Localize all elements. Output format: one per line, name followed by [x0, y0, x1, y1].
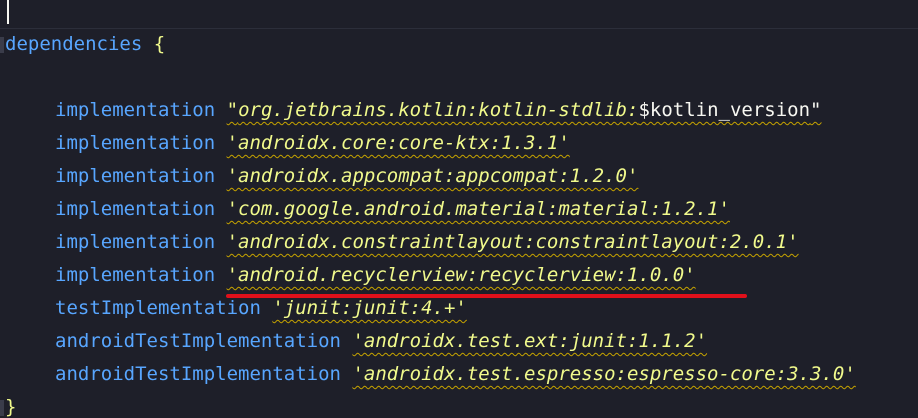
config-name: implementation	[55, 165, 216, 187]
config-name: implementation	[55, 198, 216, 220]
dependencies-keyword: dependencies	[5, 33, 143, 55]
code-editor[interactable]: dependencies { implementation "org.jetbr…	[0, 0, 918, 418]
code-line-dependencies[interactable]: dependencies {	[5, 28, 165, 61]
dependency-string: 'com.google.android.material:material:1.…	[226, 198, 730, 220]
config-name: testImplementation	[55, 297, 261, 319]
code-line[interactable]: implementation "org.jetbrains.kotlin:kot…	[55, 94, 821, 127]
config-name: implementation	[55, 231, 216, 253]
version-variable: $kotlin_version	[638, 99, 811, 121]
dependency-string: 'androidx.appcompat:appcompat:1.2.0'	[226, 165, 639, 187]
fold-marker-open[interactable]	[0, 37, 4, 53]
code-line[interactable]: implementation 'com.google.android.mater…	[55, 193, 730, 226]
config-name: implementation	[55, 132, 216, 154]
close-brace: }	[5, 396, 17, 418]
config-name: implementation	[55, 99, 216, 121]
code-line-close[interactable]: }	[5, 391, 16, 418]
dependency-string: 'androidx.test.espresso:espresso-core:3.…	[352, 363, 856, 385]
config-name: androidTestImplementation	[55, 363, 341, 385]
artifact-text: org.jetbrains.kotlin:kotlin-stdlib:	[238, 99, 639, 121]
code-line-highlighted[interactable]: implementation 'android.recyclerview:rec…	[55, 259, 696, 292]
fold-marker-close[interactable]	[0, 400, 4, 416]
string-quote-close: "	[810, 99, 822, 121]
config-name: implementation	[55, 264, 216, 286]
editor-top-line	[0, 0, 918, 29]
dependency-string: 'androidx.constraintlayout:constraintlay…	[226, 231, 799, 253]
open-brace: {	[153, 33, 166, 55]
code-line[interactable]: androidTestImplementation 'androidx.test…	[55, 358, 856, 391]
dependency-string: 'android.recyclerview:recyclerview:1.0.0…	[226, 264, 696, 286]
config-name: androidTestImplementation	[55, 330, 341, 352]
code-line[interactable]: implementation 'androidx.core:core-ktx:1…	[55, 127, 570, 160]
text-caret	[7, 0, 9, 24]
code-line[interactable]: implementation 'androidx.constraintlayou…	[55, 226, 799, 259]
code-line[interactable]: testImplementation 'junit:junit:4.+'	[55, 292, 467, 325]
code-line[interactable]: androidTestImplementation 'androidx.test…	[55, 325, 707, 358]
dependency-string: 'androidx.test.ext:junit:1.1.2'	[352, 330, 708, 352]
dependency-string: "org.jetbrains.kotlin:kotlin-stdlib:$kot…	[227, 99, 822, 121]
string-quote-open: "	[226, 99, 239, 121]
dependency-string: 'androidx.core:core-ktx:1.3.1'	[226, 132, 570, 154]
dependency-string: 'junit:junit:4.+'	[272, 297, 467, 319]
code-line[interactable]: implementation 'androidx.appcompat:appco…	[55, 160, 638, 193]
